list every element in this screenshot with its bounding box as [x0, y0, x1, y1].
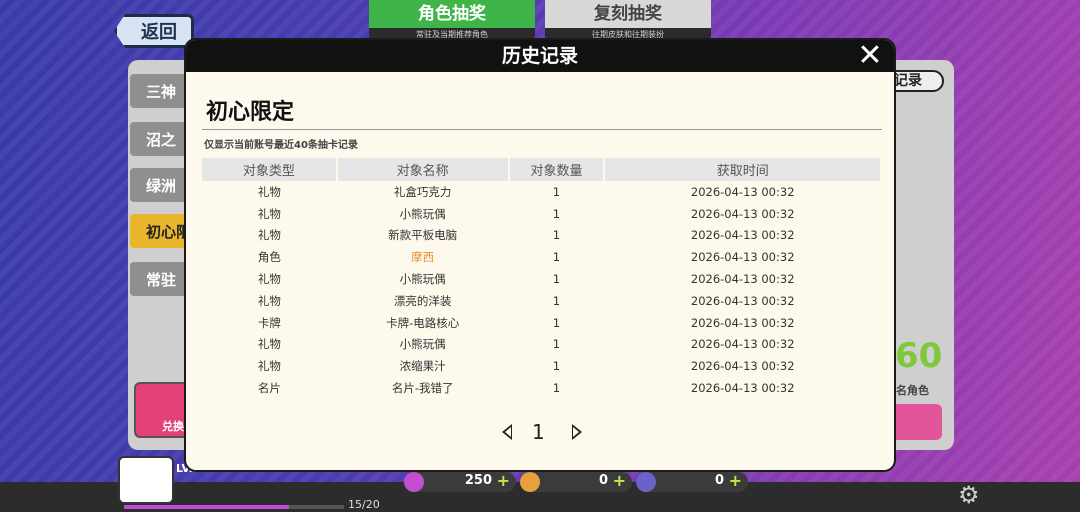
resource-value: 0: [714, 473, 724, 488]
resource-value: 250: [464, 473, 492, 488]
pool-name: 初心限定: [206, 100, 295, 125]
cell-name: 礼盒巧克力: [393, 184, 452, 199]
character-count-label: 名角色: [896, 384, 929, 397]
xp-bar-fill: [124, 505, 289, 509]
coin-icon: [520, 472, 540, 492]
resource-coin: 0 +: [520, 471, 632, 492]
exchange-label: 兑换: [162, 420, 184, 433]
pagination: 1: [186, 420, 894, 446]
cell-qty: 1: [552, 228, 561, 243]
cell-type: 卡牌: [257, 315, 281, 330]
record-notice: 仅显示当前账号最近40条抽卡记录: [204, 140, 358, 151]
add-resource-button[interactable]: +: [729, 471, 742, 490]
cell-time: 2026-04-13 00:32: [690, 315, 795, 330]
cell-qty: 1: [552, 184, 561, 199]
character-count: 60: [895, 336, 943, 376]
table-row: 角色 摩西 1 2026-04-13 00:32: [202, 246, 881, 268]
cell-type: 礼物: [257, 206, 281, 221]
table-row: 卡牌 卡牌-电路核心 1 2026-04-13 00:32: [202, 312, 881, 334]
cell-time: 2026-04-13 00:32: [690, 184, 795, 199]
cell-type: 名片: [257, 381, 281, 396]
page-number: 1: [532, 420, 545, 444]
table-row: 礼物 礼盒巧克力 1 2026-04-13 00:32: [202, 181, 881, 203]
column-header: 对象名称: [336, 158, 510, 181]
column-header: 对象数量: [508, 158, 606, 181]
resource-ticket: 0 +: [636, 471, 748, 492]
table-row: 礼物 漂亮的洋装 1 2026-04-13 00:32: [202, 290, 881, 312]
table-row: 礼物 新款平板电脑 1 2026-04-13 00:32: [202, 225, 881, 247]
column-header: 获取时间: [604, 158, 882, 181]
divider: [202, 129, 882, 130]
table-row: 礼物 浓缩果汁 1 2026-04-13 00:32: [202, 355, 881, 377]
cell-type: 礼物: [257, 293, 281, 308]
cell-qty: 1: [552, 381, 561, 396]
ticket-icon: [636, 472, 656, 492]
cell-qty: 1: [552, 359, 561, 374]
gem-icon: [404, 472, 424, 492]
cell-qty: 1: [552, 206, 561, 221]
add-resource-button[interactable]: +: [613, 471, 626, 490]
cell-name: 小熊玩偶: [399, 206, 446, 221]
cell-type: 礼物: [257, 228, 281, 243]
cell-type: 角色: [257, 250, 281, 265]
cell-name: 漂亮的洋装: [393, 293, 452, 308]
cell-time: 2026-04-13 00:32: [690, 293, 795, 308]
cell-time: 2026-04-13 00:32: [690, 228, 795, 243]
cell-qty: 1: [552, 315, 561, 330]
cell-name: 名片-我错了: [391, 381, 454, 396]
close-icon[interactable]: ✕: [856, 41, 884, 71]
cell-name: 小熊玩偶: [399, 272, 446, 287]
resource-gem: 250 +: [404, 471, 516, 492]
table-row: 礼物 小熊玩偶 1 2026-04-13 00:32: [202, 334, 881, 356]
gear-icon[interactable]: ⚙: [958, 482, 980, 508]
tab-replica-gacha[interactable]: 复刻抽奖 往期皮肤和往期装扮: [545, 0, 711, 42]
table-row: 礼物 小熊玩偶 1 2026-04-13 00:32: [202, 203, 881, 225]
next-page-icon[interactable]: [572, 424, 582, 440]
avatar[interactable]: [118, 456, 174, 504]
cell-qty: 1: [552, 337, 561, 352]
cell-type: 礼物: [257, 184, 281, 199]
table-row: 名片 名片-我错了 1 2026-04-13 00:32: [202, 377, 881, 399]
cell-type: 礼物: [257, 272, 281, 287]
cell-qty: 1: [552, 250, 561, 265]
cell-time: 2026-04-13 00:32: [690, 359, 795, 374]
prev-page-icon[interactable]: [502, 424, 512, 440]
tab-character-gacha[interactable]: 角色抽奖 常驻及当期推荐角色: [369, 0, 535, 42]
cell-time: 2026-04-13 00:32: [690, 337, 795, 352]
cell-type: 礼物: [257, 337, 281, 352]
cell-name: 小熊玩偶: [399, 337, 446, 352]
back-button[interactable]: 返回: [114, 14, 194, 48]
add-resource-button[interactable]: +: [497, 471, 510, 490]
modal-header: 历史记录 ✕: [186, 40, 894, 72]
tab-label: 复刻抽奖: [594, 4, 662, 24]
cell-time: 2026-04-13 00:32: [690, 250, 795, 265]
cell-time: 2026-04-13 00:32: [690, 272, 795, 287]
cell-name: 卡牌-电路核心: [386, 315, 460, 330]
cell-time: 2026-04-13 00:32: [690, 381, 795, 396]
exchange-card[interactable]: 兑换: [134, 382, 194, 438]
history-table: 对象类型 对象名称 对象数量 获取时间 礼物 礼盒巧克力 1 2026-04-13 0…: [202, 158, 882, 399]
modal-title: 历史记录: [501, 45, 578, 67]
cell-qty: 1: [552, 272, 561, 287]
cell-name: 新款平板电脑: [388, 228, 458, 243]
cell-name: 浓缩果汁: [399, 359, 446, 374]
cell-name: 摩西: [411, 250, 435, 265]
cell-qty: 1: [552, 293, 561, 308]
table-header: 对象类型 对象名称 对象数量 获取时间: [202, 158, 882, 181]
tab-label: 角色抽奖: [418, 4, 486, 24]
cell-type: 礼物: [257, 359, 281, 374]
table-row: 礼物 小熊玩偶 1 2026-04-13 00:32: [202, 268, 881, 290]
resource-value: 0: [598, 473, 608, 488]
cell-time: 2026-04-13 00:32: [690, 206, 795, 221]
xp-bar: [124, 505, 344, 509]
draw-button[interactable]: [890, 404, 942, 440]
xp-text: 15/20: [348, 498, 380, 511]
back-label: 返回: [141, 22, 177, 43]
column-header: 对象类型: [202, 158, 338, 181]
history-modal: 历史记录 ✕ 初心限定 仅显示当前账号最近40条抽卡记录 对象类型 对象名称 对…: [186, 40, 894, 470]
